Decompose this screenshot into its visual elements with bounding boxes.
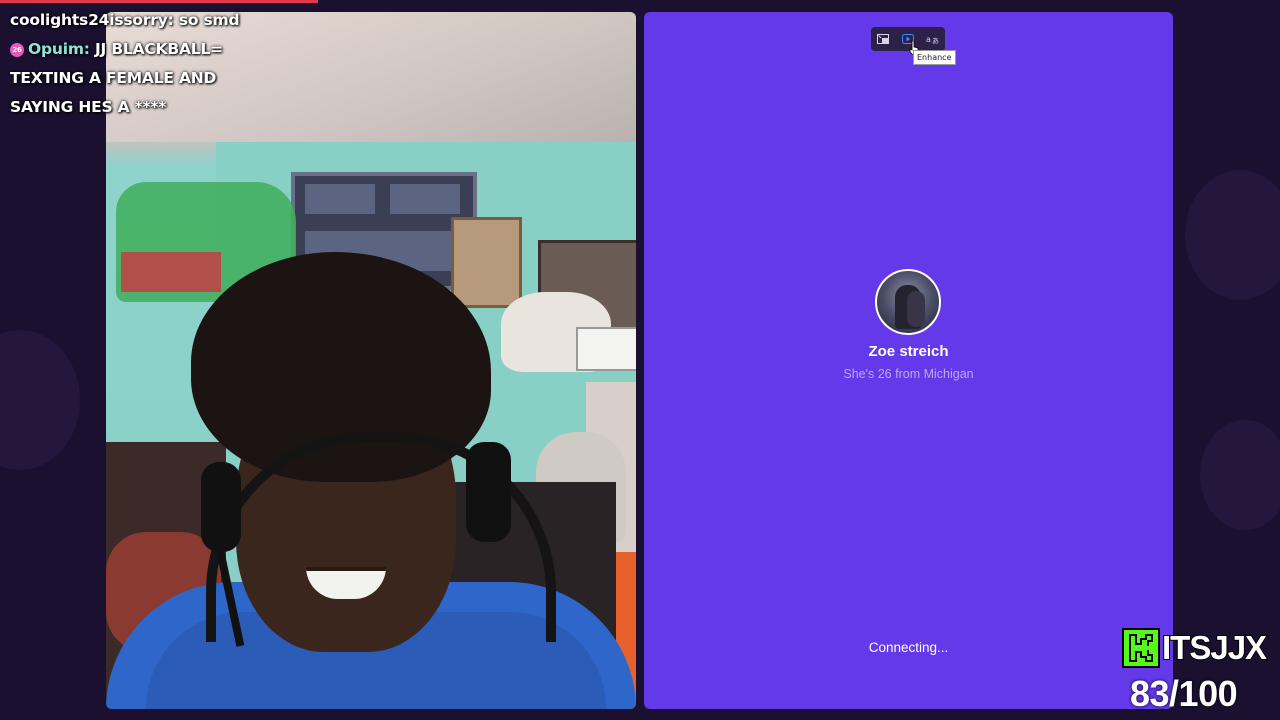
chat-text: so smd [178, 11, 240, 29]
background-blob [1185, 170, 1280, 300]
svg-text:a: a [926, 35, 931, 44]
streamer-name: ITSJJX [1161, 628, 1268, 667]
call-toolbar: aあ [871, 27, 945, 51]
avatar [875, 269, 941, 335]
profile-info: She's 26 from Michigan [843, 367, 974, 381]
picture-frame [451, 217, 522, 308]
chat-overlay: coolights24issorry: so smd 26 Opuim: JJ B… [10, 6, 310, 122]
goal-counter: 83/100 [1130, 673, 1238, 714]
chat-text-continuation: TEXTING A FEMALE AND [10, 69, 217, 87]
subscriber-badge-icon: 26 [10, 43, 24, 57]
background-blob [1200, 420, 1280, 530]
chat-message: coolights24issorry: so smd [10, 6, 310, 35]
video-call-panel: aあ Enhance Zoe streich She's 26 from Mic… [644, 12, 1173, 709]
chat-message: 26 Opuim: JJ BLACKBALL= [10, 35, 310, 64]
profile-name: Zoe streich [868, 343, 949, 360]
alarm-clock [576, 327, 636, 371]
headset-ear-left [201, 462, 241, 552]
streamer-brand: ITSJJX [1120, 626, 1280, 670]
stream-progress-bar [0, 0, 318, 3]
translate-icon[interactable]: aあ [924, 30, 942, 48]
chat-text-continuation: SAYING HES A **** [10, 98, 167, 116]
connection-status: Connecting... [868, 640, 949, 655]
chat-text: JJ BLACKBALL= [94, 40, 223, 58]
enhance-tooltip: Enhance [913, 50, 956, 65]
background-blob [0, 330, 80, 470]
svg-text:あ: あ [932, 37, 939, 44]
kick-logo-icon [1122, 628, 1160, 668]
red-box [121, 252, 221, 292]
pip-icon[interactable] [874, 30, 892, 48]
chat-username: Opuim: [28, 40, 90, 58]
headset-ear-right [466, 442, 511, 542]
chat-username: coolights24issorry: [10, 11, 174, 29]
